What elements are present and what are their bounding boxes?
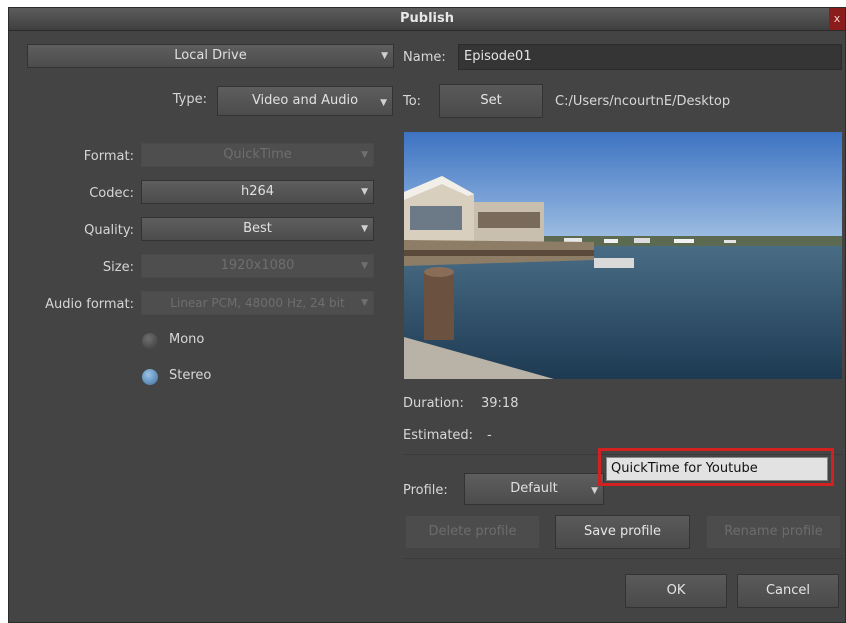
- size-label: Size:: [102, 260, 134, 275]
- quality-dropdown[interactable]: Best ▼: [141, 217, 374, 241]
- audio-format-label: Audio format:: [45, 297, 134, 312]
- name-label: Name:: [403, 50, 446, 65]
- format-value: QuickTime: [223, 147, 292, 162]
- save-profile-button[interactable]: Save profile: [555, 515, 690, 549]
- ok-button[interactable]: OK: [625, 574, 727, 608]
- quality-value: Best: [243, 221, 272, 236]
- format-dropdown: QuickTime ▼: [141, 143, 374, 167]
- profile-label: Profile:: [403, 483, 448, 498]
- estimated-value: -: [487, 428, 492, 443]
- type-label: Type:: [172, 92, 207, 107]
- format-label: Format:: [83, 149, 134, 164]
- dropdown-caret-icon: ▼: [380, 98, 387, 108]
- stereo-label: Stereo: [169, 368, 212, 383]
- mono-label: Mono: [169, 332, 205, 347]
- destination-value: Local Drive: [174, 48, 247, 63]
- stereo-radio[interactable]: [142, 369, 158, 385]
- dropdown-caret-icon: ▼: [361, 224, 368, 234]
- duration-label: Duration:: [403, 396, 464, 411]
- codec-dropdown[interactable]: h264 ▼: [141, 180, 374, 204]
- preview-image: [404, 132, 842, 379]
- dropdown-caret-icon: ▼: [361, 298, 368, 308]
- profile-dropdown[interactable]: Default ▼: [464, 473, 604, 505]
- title-bar: Publish x: [9, 8, 845, 31]
- codec-label: Codec:: [89, 186, 134, 201]
- delete-profile-button[interactable]: Delete profile: [405, 515, 540, 549]
- divider: [403, 558, 843, 559]
- rename-profile-button[interactable]: Rename profile: [706, 515, 841, 549]
- dropdown-caret-icon: ▼: [381, 51, 388, 61]
- destination-path: C:/Users/ncourtnE/Desktop: [555, 94, 731, 109]
- publish-dialog: Publish x Local Drive ▼ Type: Video and …: [8, 7, 846, 623]
- profile-name-field[interactable]: QuickTime for Youtube: [606, 457, 828, 481]
- profile-value: Default: [510, 481, 558, 496]
- set-button[interactable]: Set: [439, 84, 543, 118]
- codec-value: h264: [240, 184, 275, 199]
- audio-format-value: Linear PCM, 48000 Hz, 24 bit: [170, 296, 345, 310]
- dropdown-caret-icon: ▼: [591, 486, 598, 496]
- to-label: To:: [403, 94, 422, 109]
- type-value: Video and Audio: [251, 93, 359, 108]
- duration-value: 39:18: [481, 396, 519, 411]
- dialog-title: Publish: [400, 11, 454, 26]
- video-preview: [404, 132, 842, 379]
- dropdown-caret-icon: ▼: [361, 150, 368, 160]
- size-dropdown: 1920x1080 ▼: [141, 254, 374, 278]
- close-icon[interactable]: x: [829, 8, 845, 30]
- name-field[interactable]: Episode01: [458, 44, 842, 70]
- dropdown-caret-icon: ▼: [361, 261, 368, 271]
- mono-radio[interactable]: [142, 333, 158, 349]
- dropdown-caret-icon: ▼: [361, 187, 368, 197]
- estimated-label: Estimated:: [403, 428, 474, 443]
- destination-dropdown[interactable]: Local Drive ▼: [27, 44, 394, 68]
- quality-label: Quality:: [84, 223, 134, 238]
- type-dropdown[interactable]: Video and Audio ▼: [217, 86, 393, 116]
- audio-format-dropdown: Linear PCM, 48000 Hz, 24 bit ▼: [141, 291, 374, 315]
- size-value: 1920x1080: [220, 258, 295, 273]
- cancel-button[interactable]: Cancel: [737, 574, 839, 608]
